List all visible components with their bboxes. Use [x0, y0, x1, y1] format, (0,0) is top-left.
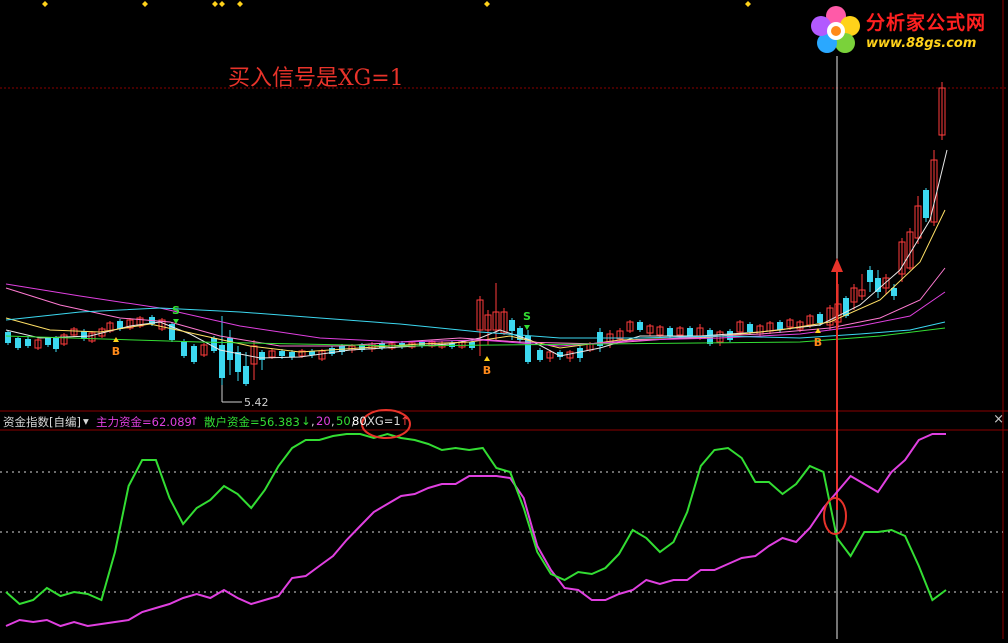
xg-label: XG=1 [367, 414, 401, 428]
candle-body [923, 190, 929, 218]
top-signal-marker [484, 1, 490, 7]
candle-body [45, 338, 51, 345]
main-fund-label: 主力资金=62.089 [96, 415, 192, 429]
retail-fund-label: 散户资金=56.383 [204, 415, 300, 429]
candle-body [509, 320, 515, 331]
chart-stage: B S B S B [0, 0, 1008, 639]
sell-signal-label: S [172, 304, 180, 317]
buy-signal-label: B [483, 364, 491, 377]
main-fund-line [5, 433, 946, 628]
candle-body [243, 366, 249, 384]
candle-body [289, 352, 295, 357]
candle-body [81, 331, 87, 339]
close-icon[interactable]: × [993, 412, 1004, 427]
buy-signal-annotation: 买入信号是XG=1 [228, 66, 404, 91]
candle-body [15, 338, 21, 348]
top-signal-marker [237, 1, 243, 7]
candle-body [777, 322, 783, 330]
candle-body [235, 352, 241, 372]
levels-prefix: , [311, 414, 315, 428]
candle-body [211, 338, 217, 351]
candle-body [181, 341, 187, 356]
sell-arrow-icon [524, 325, 530, 330]
candle-body [5, 332, 11, 343]
level-50-label: 50 [336, 414, 351, 428]
candle-body [259, 352, 265, 360]
site-logo: 分析家公式网 www.88gs.com [806, 4, 1006, 56]
top-signal-marker [219, 1, 225, 7]
xg-arrow-icon: ↑ [400, 414, 410, 428]
logo-title: 分析家公式网 [866, 12, 987, 34]
price-min-label: 5.42 [244, 396, 269, 409]
indicator-name[interactable]: 资金指数[自编] [3, 414, 81, 430]
candle-body [747, 324, 753, 332]
candle-body [279, 351, 285, 356]
logo-url: www.88gs.com [866, 36, 977, 51]
chart-svg: B S B S B [0, 0, 1008, 639]
candle-body [687, 328, 693, 336]
retail-fund-arrow-icon: ↓ [301, 414, 311, 428]
candle-body [191, 346, 197, 362]
indicator-header: 资金指数[自编] ▾ 主力资金=62.089 ↑ 散户资金=56.383 ↓ ,… [0, 412, 1008, 430]
top-signal-marker [745, 1, 751, 7]
retail-fund-line [5, 432, 947, 606]
buy-signal-label: B [112, 345, 120, 358]
main-fund-arrow-icon: ↑ [189, 414, 199, 428]
flower-logo-icon [811, 6, 860, 53]
candle-body [637, 322, 643, 330]
signal-arrow-head-icon [831, 258, 843, 272]
indicator-dropdown-icon[interactable]: ▾ [83, 414, 89, 428]
candle-body [867, 270, 873, 282]
levels-sep-1: , [331, 414, 335, 428]
moving-average-line [5, 267, 946, 347]
candle-body [53, 338, 59, 349]
candle-body [817, 314, 823, 323]
candle-body [25, 339, 31, 346]
level-20-label: 20 [316, 414, 331, 428]
top-signal-marker [142, 1, 148, 7]
top-signal-marker [212, 1, 218, 7]
candle-body [667, 328, 673, 336]
top-signal-marker [42, 1, 48, 7]
sell-signal-label: S [523, 310, 531, 323]
candle-body [577, 348, 583, 358]
moving-average-line [5, 283, 946, 347]
candle-body [537, 350, 543, 360]
buy-arrow-icon [484, 356, 490, 361]
buy-signal-label: B [814, 336, 822, 349]
